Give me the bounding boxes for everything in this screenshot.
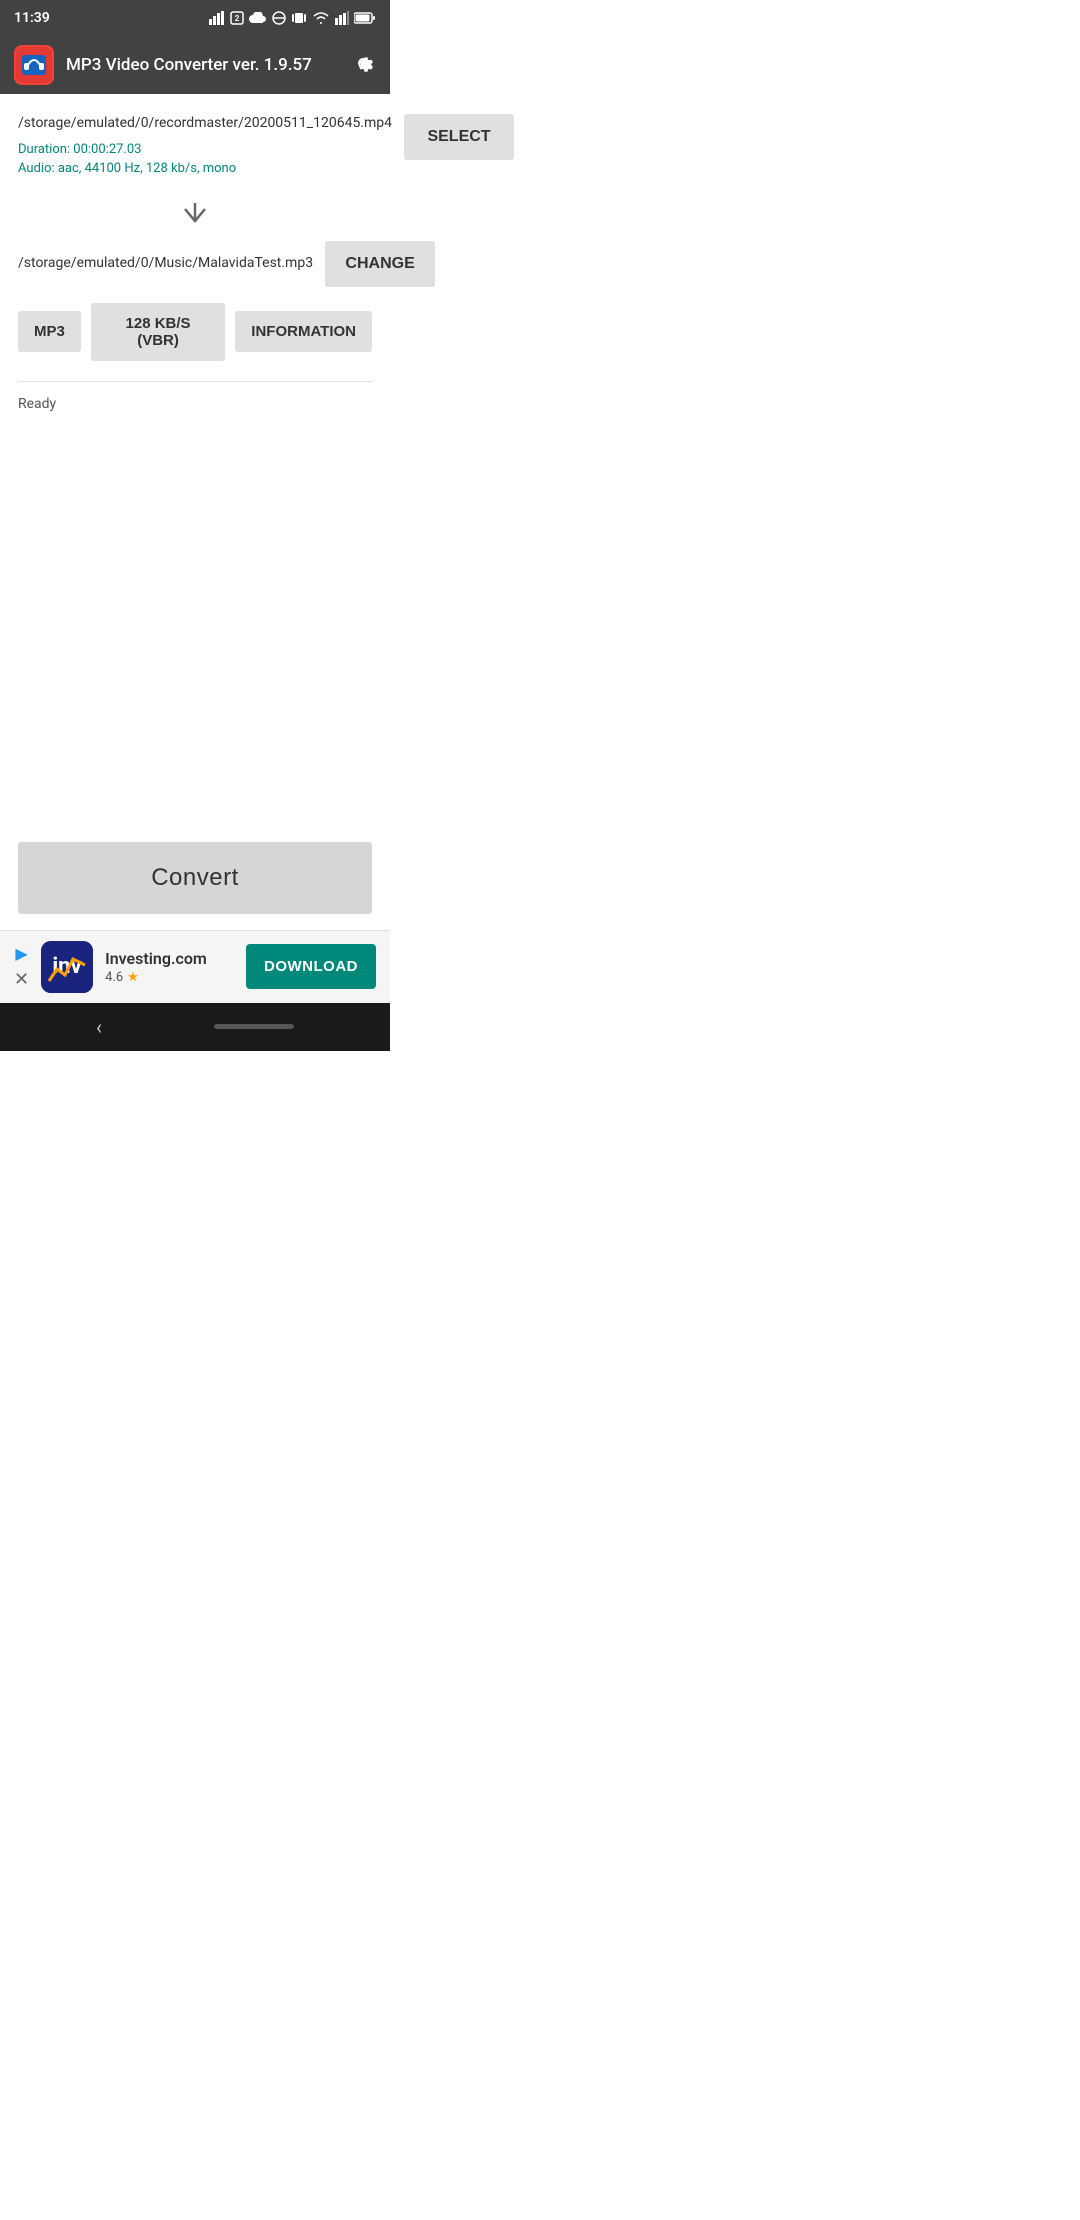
ad-rating: 4.6 ★ <box>105 970 234 985</box>
blocked-icon <box>272 11 286 25</box>
status-text: Ready <box>18 392 372 416</box>
input-file-duration: Duration: 00:00:27.03 <box>18 140 392 160</box>
convert-section: Convert <box>0 826 390 930</box>
input-file-section: /storage/emulated/0/recordmaster/2020051… <box>18 114 372 179</box>
input-file-path: /storage/emulated/0/recordmaster/2020051… <box>18 114 392 134</box>
bitrate-button[interactable]: 128 KB/S (VBR) <box>91 303 225 361</box>
ad-rating-value: 4.6 <box>105 970 123 985</box>
nav-bar: ‹ <box>0 1003 390 1051</box>
vibrate-icon <box>291 11 307 25</box>
status-bar: 11:39 2 <box>0 0 390 36</box>
svg-text:2: 2 <box>235 14 240 23</box>
status-time: 11:39 <box>14 10 50 26</box>
select-button[interactable]: SELECT <box>404 114 514 160</box>
signal-bars-icon <box>209 11 225 25</box>
svg-text:inv: inv <box>52 954 81 979</box>
app-bar: MP3 Video Converter ver. 1.9.57 <box>0 36 390 94</box>
change-button[interactable]: CHANGE <box>325 241 435 287</box>
divider <box>18 381 372 382</box>
main-content: /storage/emulated/0/recordmaster/2020051… <box>0 94 390 826</box>
app-title: MP3 Video Converter ver. 1.9.57 <box>66 55 312 75</box>
notification-icon: 2 <box>230 11 244 25</box>
settings-icon <box>350 50 376 76</box>
ad-play-icon[interactable]: ▶ <box>15 944 27 963</box>
status-icons: 2 <box>209 11 376 25</box>
ad-banner: ▶ ✕ inv Investing.com 4.6 ★ DOWNLOAD <box>0 930 390 1003</box>
mobile-signal-icon <box>335 11 349 25</box>
settings-button[interactable] <box>350 50 376 80</box>
arrow-section <box>18 189 372 241</box>
output-file-path: /storage/emulated/0/Music/MalavidaTest.m… <box>18 254 325 274</box>
app-logo-svg <box>16 47 52 83</box>
app-logo <box>14 45 54 85</box>
back-button[interactable]: ‹ <box>96 1015 102 1039</box>
ad-star-icon: ★ <box>127 970 139 985</box>
ad-app-icon: inv <box>41 941 93 993</box>
wifi-icon <box>312 11 330 25</box>
input-file-audio: Audio: aac, 44100 Hz, 128 kb/s, mono <box>18 159 392 179</box>
input-file-info: /storage/emulated/0/recordmaster/2020051… <box>18 114 404 179</box>
home-indicator[interactable] <box>214 1024 294 1029</box>
format-row: MP3 128 KB/S (VBR) INFORMATION <box>18 303 372 361</box>
information-button[interactable]: INFORMATION <box>235 311 372 352</box>
ad-app-name: Investing.com <box>105 949 234 968</box>
app-bar-left: MP3 Video Converter ver. 1.9.57 <box>14 45 312 85</box>
cloud-icon <box>249 12 267 24</box>
ad-info: Investing.com 4.6 ★ <box>105 949 234 985</box>
ad-controls: ▶ ✕ <box>14 944 29 990</box>
content-area <box>18 416 372 816</box>
investing-logo-svg: inv <box>41 941 93 993</box>
format-button[interactable]: MP3 <box>18 311 81 352</box>
output-file-section: /storage/emulated/0/Music/MalavidaTest.m… <box>18 241 372 287</box>
ad-close-icon[interactable]: ✕ <box>14 969 29 990</box>
arrow-down-icon <box>179 199 211 231</box>
battery-icon <box>354 12 376 24</box>
convert-button[interactable]: Convert <box>18 842 372 914</box>
download-button[interactable]: DOWNLOAD <box>246 944 376 989</box>
